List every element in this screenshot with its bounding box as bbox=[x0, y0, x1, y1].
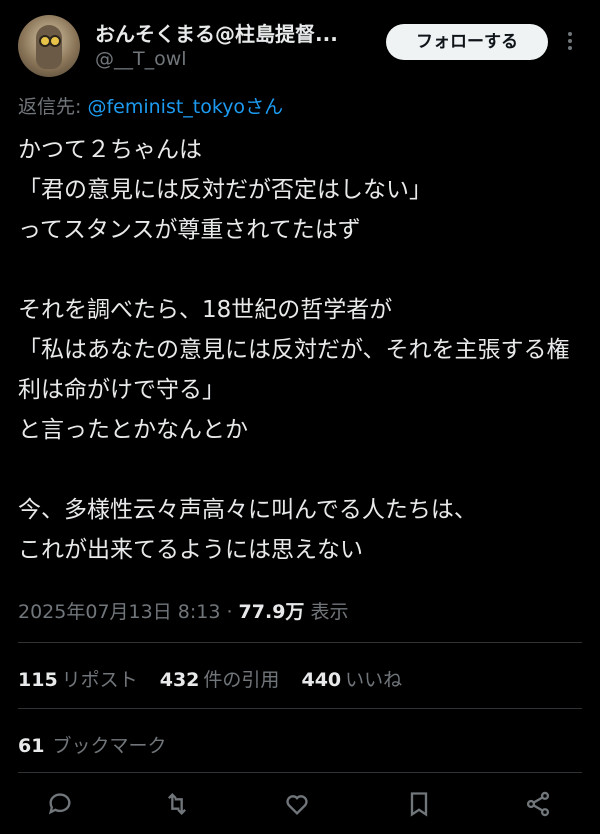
retweet-icon bbox=[168, 793, 186, 815]
share-button[interactable] bbox=[524, 790, 560, 826]
retweet-button[interactable] bbox=[163, 790, 199, 826]
owl-image-icon bbox=[36, 25, 62, 69]
tweet-timestamp[interactable]: 2025年07月13日 8:13 · bbox=[18, 601, 239, 623]
engagement-stats: 115 リポスト 432 件の引用 440 いいね bbox=[18, 665, 418, 692]
more-options-icon[interactable] bbox=[560, 30, 580, 54]
likes-label[interactable]: いいね bbox=[345, 669, 402, 691]
author-handle[interactable]: @__T_owl bbox=[95, 48, 187, 70]
quotes-count[interactable]: 432 bbox=[160, 669, 200, 691]
views-label: 表示 bbox=[304, 601, 349, 623]
reply-icon bbox=[48, 793, 71, 815]
tweet-meta: 2025年07月13日 8:13 · 77.9万 表示 bbox=[18, 597, 348, 624]
likes-count[interactable]: 440 bbox=[301, 669, 341, 691]
share-icon bbox=[526, 791, 550, 817]
bookmark-icon bbox=[410, 792, 428, 817]
quotes-label[interactable]: 件の引用 bbox=[203, 669, 279, 691]
divider bbox=[18, 708, 582, 709]
bookmarks-stat: 61 ブックマーク bbox=[18, 731, 166, 758]
reply-to-line: 返信先: @feminist_tokyoさん bbox=[18, 92, 283, 119]
owl-eye-icon bbox=[49, 35, 61, 47]
bookmarks-count: 61 bbox=[18, 735, 45, 757]
tweet-text: かつて２ちゃんは 「君の意見には反対だが否定はしない」 ってスタンスが尊重されて… bbox=[18, 137, 570, 563]
like-button[interactable] bbox=[283, 790, 319, 826]
reposts-count[interactable]: 115 bbox=[18, 669, 58, 691]
follow-button[interactable]: フォローする bbox=[386, 24, 548, 60]
views-count: 77.9万 bbox=[238, 601, 305, 623]
reposts-label[interactable]: リポスト bbox=[62, 669, 138, 691]
bookmark-button[interactable] bbox=[405, 790, 441, 826]
avatar[interactable] bbox=[18, 15, 80, 77]
tweet-header: おんそくまる@柱島提督... @__T_owl フォローする bbox=[0, 0, 600, 90]
reply-mention-link[interactable]: @feminist_tokyo bbox=[87, 96, 245, 118]
reply-suffix: さん bbox=[245, 96, 284, 118]
like-icon bbox=[286, 795, 308, 815]
author-display-name[interactable]: おんそくまる@柱島提督... bbox=[95, 18, 338, 47]
divider bbox=[18, 772, 582, 773]
reply-prefix: 返信先: bbox=[18, 96, 88, 118]
divider bbox=[18, 642, 582, 643]
bookmarks-label: ブックマーク bbox=[52, 735, 167, 757]
reply-button[interactable] bbox=[46, 790, 82, 826]
